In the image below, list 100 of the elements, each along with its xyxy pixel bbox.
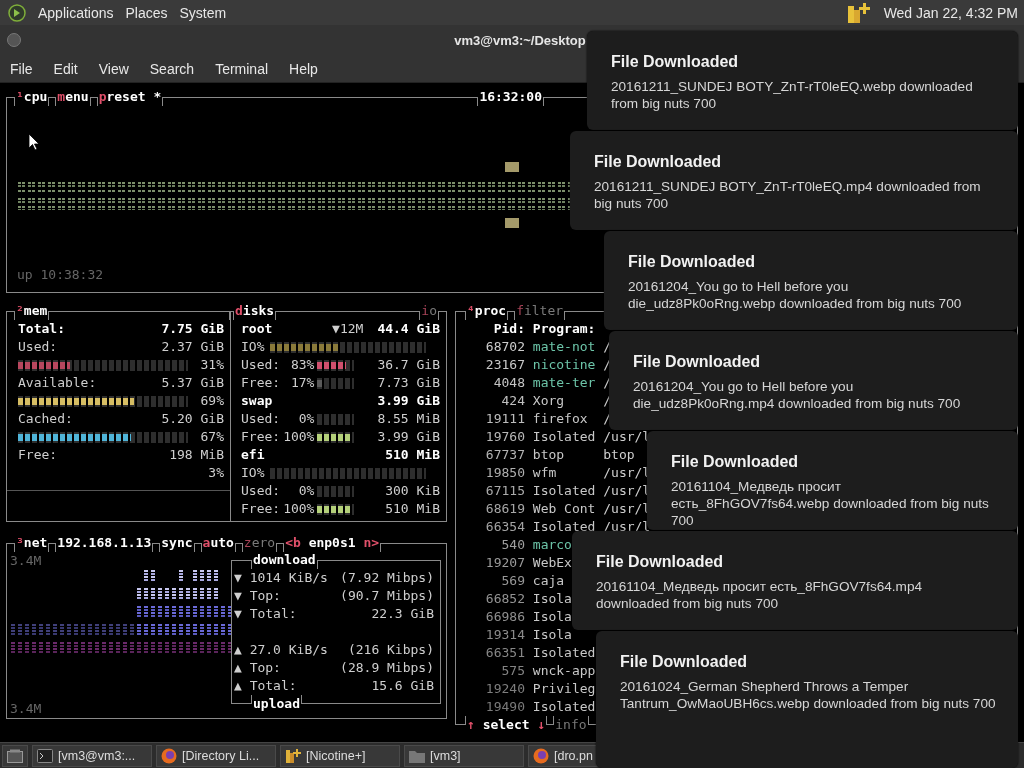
notification-text: 20161024_German Shepherd Throws a Temper Tantrum_OwMaoUBH6cs.webp downloaded from big nuts 700 (620, 678, 996, 712)
scale-label: 3.4M (10, 700, 42, 718)
net-value: (90.7 Mibps) (340, 587, 434, 605)
panel-title: ²mem (16, 302, 48, 320)
plus-logo-icon (285, 747, 301, 764)
panel-title: ↑ (467, 716, 475, 734)
program-cell: mate-not (532, 338, 596, 356)
program-cell-text: Xorg (532, 392, 566, 410)
notification-card[interactable]: File Downloaded 20161024_German Shepherd Throws a Temper Tantrum_OwMaoUBH6cs.webp downloaded from big nuts 700 (596, 631, 1018, 768)
folder-icon (409, 748, 425, 763)
program-cell: Web Cont (532, 500, 596, 518)
program-cell: mate-ter (532, 374, 596, 392)
panel-title: enp0s1 (308, 534, 356, 552)
program-cell: Isolated (532, 698, 596, 716)
notification-card[interactable]: File Downloaded 20161211_SUNDEJ BOTY_ZnT-rT0leEQ.mp4 downloaded from big nuts 700 (570, 131, 1018, 230)
notification-text: 20161211_SUNDEJ BOTY_ZnT-rT0leEQ.webp downloaded from big nuts 700 (611, 78, 974, 112)
scale-label: 3.4M (10, 552, 42, 570)
plus-logo-icon[interactable] (845, 1, 872, 24)
program-cell: Isolated (532, 482, 596, 500)
window-menu-icon[interactable] (6, 32, 22, 48)
panel-title: ³net (16, 534, 48, 552)
menu-item[interactable]: File (10, 60, 33, 77)
taskbar-button[interactable]: [vm3@vm3:... (32, 744, 152, 767)
notification-card[interactable]: File Downloaded 20161104_Медведь просит есть_8FhGOV7fs64.webp downloaded from big nuts 700 (647, 431, 1018, 530)
panel-menu[interactable]: Places (125, 4, 168, 21)
menu-item[interactable]: View (98, 60, 129, 77)
pid-cell-text: 19240 (484, 680, 525, 698)
window-title: vm3@vm3:~/Desktop (453, 32, 587, 48)
pid-cell-text: 569 (500, 572, 525, 590)
usage-label: Used: (241, 482, 281, 500)
panel-title: disks (235, 302, 275, 320)
menu-item[interactable]: Edit (53, 60, 78, 77)
pid-cell-text: 66986 (484, 608, 525, 626)
usage-value: 36.7 GiB (376, 356, 440, 374)
usage-label: Free: (241, 500, 281, 518)
usage-value: 8.55 MiB (376, 410, 440, 428)
program-cell-text: Isola (532, 590, 573, 608)
panel-menu[interactable]: System (179, 4, 227, 21)
net-label: 1014 KiB/s (249, 569, 329, 587)
desktop-icon (7, 748, 23, 763)
pid-cell-text: 19314 (484, 626, 525, 644)
notification-title: File Downloaded (671, 453, 800, 471)
meter-track (317, 485, 355, 497)
command-cell: btop (603, 446, 635, 464)
program-cell-text: wfm (532, 464, 558, 482)
usage-label: Free: (241, 428, 281, 446)
panel-title: sync (161, 534, 193, 552)
disk-io-text: ▼12M (332, 320, 364, 338)
notification-card[interactable]: File Downloaded 20161211_SUNDEJ BOTY_ZnT-rT0leEQ.webp downloaded from big nuts 700 (587, 31, 1018, 130)
pid-cell-text: 19850 (484, 464, 525, 482)
mouse-pointer-icon (28, 133, 40, 151)
net-value: (216 Kibps) (347, 641, 434, 659)
notification-card[interactable]: File Downloaded 20161204_You go to Hell before you die_udz8Pk0oRng.mp4 downloaded from big nuts 700 (609, 331, 1018, 430)
program-cell-text: btop (532, 446, 566, 464)
notification-title: File Downloaded (611, 53, 740, 71)
notification-text: 20161204_You go to Hell before you die_udz8Pk0oRng.mp4 downloaded from big nuts 700 (633, 378, 962, 412)
taskbar-button[interactable]: [Nicotine+] (280, 744, 400, 767)
menu-logo-icon[interactable] (8, 3, 26, 22)
menu-item[interactable]: Terminal (215, 60, 269, 77)
globe-icon (533, 747, 549, 764)
program-cell-text: marco (532, 536, 573, 554)
panel-clock[interactable]: Wed Jan 22, 4:32 PM (883, 4, 1018, 21)
program-cell-text: firefox (532, 410, 589, 428)
program-cell-text: Isola (532, 608, 573, 626)
notification-card[interactable]: File Downloaded 20161204_You go to Hell before you die_udz8Pk0oRng.webp downloaded from big nuts 700 (604, 231, 1018, 330)
program-cell-text: Isola (532, 626, 573, 644)
notification-card[interactable]: File Downloaded 20161104_Медведь просит есть_8FhGOV7fs64.mp4 downloaded from big nuts 700 (572, 531, 1018, 630)
notification-text: 20161204_You go to Hell before you die_udz8Pk0oRng.webp downloaded from big nuts 700 (628, 278, 963, 312)
percent-text: 17% (289, 374, 315, 392)
usage-label: Used: (241, 410, 281, 428)
net-label: Top: (249, 587, 282, 605)
panel-title: ⁴proc (467, 302, 507, 320)
menu-item[interactable]: Search (149, 60, 195, 77)
program-cell-text: caja (532, 572, 566, 590)
pid-cell-text: 23167 (484, 356, 525, 374)
pid-cell-text: 540 (500, 536, 525, 554)
pid-cell-text: 68702 (484, 338, 525, 356)
net-value: 22.3 GiB (371, 605, 434, 623)
notification-title: File Downloaded (596, 553, 725, 571)
panel-menu[interactable]: Applications (38, 4, 114, 21)
notification-text: 20161211_SUNDEJ BOTY_ZnT-rT0leEQ.mp4 downloaded from big nuts 700 (594, 178, 982, 212)
up-arrow-text: ▲ (234, 659, 243, 677)
disk-size: 3.99 GiB (377, 392, 440, 410)
show-desktop-button[interactable] (2, 744, 28, 767)
panel-title: n> (363, 534, 380, 552)
taskbar-button[interactable]: [Directory Li... (156, 744, 276, 767)
panel-title: <b (285, 534, 301, 552)
taskbar-button[interactable]: [vm3] (404, 744, 524, 767)
panel-title: ¹cpu (16, 88, 48, 106)
menu-item[interactable]: Help (289, 60, 318, 77)
usage-label: Free: (241, 374, 281, 392)
traffic-graph-bar (143, 570, 157, 582)
panel-title: 16:32:00 (479, 88, 542, 106)
percent-text: 69% (200, 392, 224, 410)
pid-cell-text: 424 (500, 392, 525, 410)
panel-title: io (421, 302, 437, 320)
pid-cell-text: 19207 (484, 554, 525, 572)
notification-text: 20161104_Медведь просит есть_8FhGOV7fs64.mp4 downloaded from big nuts 700 (596, 578, 924, 612)
up-arrow-text: ▲ (234, 677, 243, 695)
mem-value: 7.75 GiB (161, 320, 224, 338)
